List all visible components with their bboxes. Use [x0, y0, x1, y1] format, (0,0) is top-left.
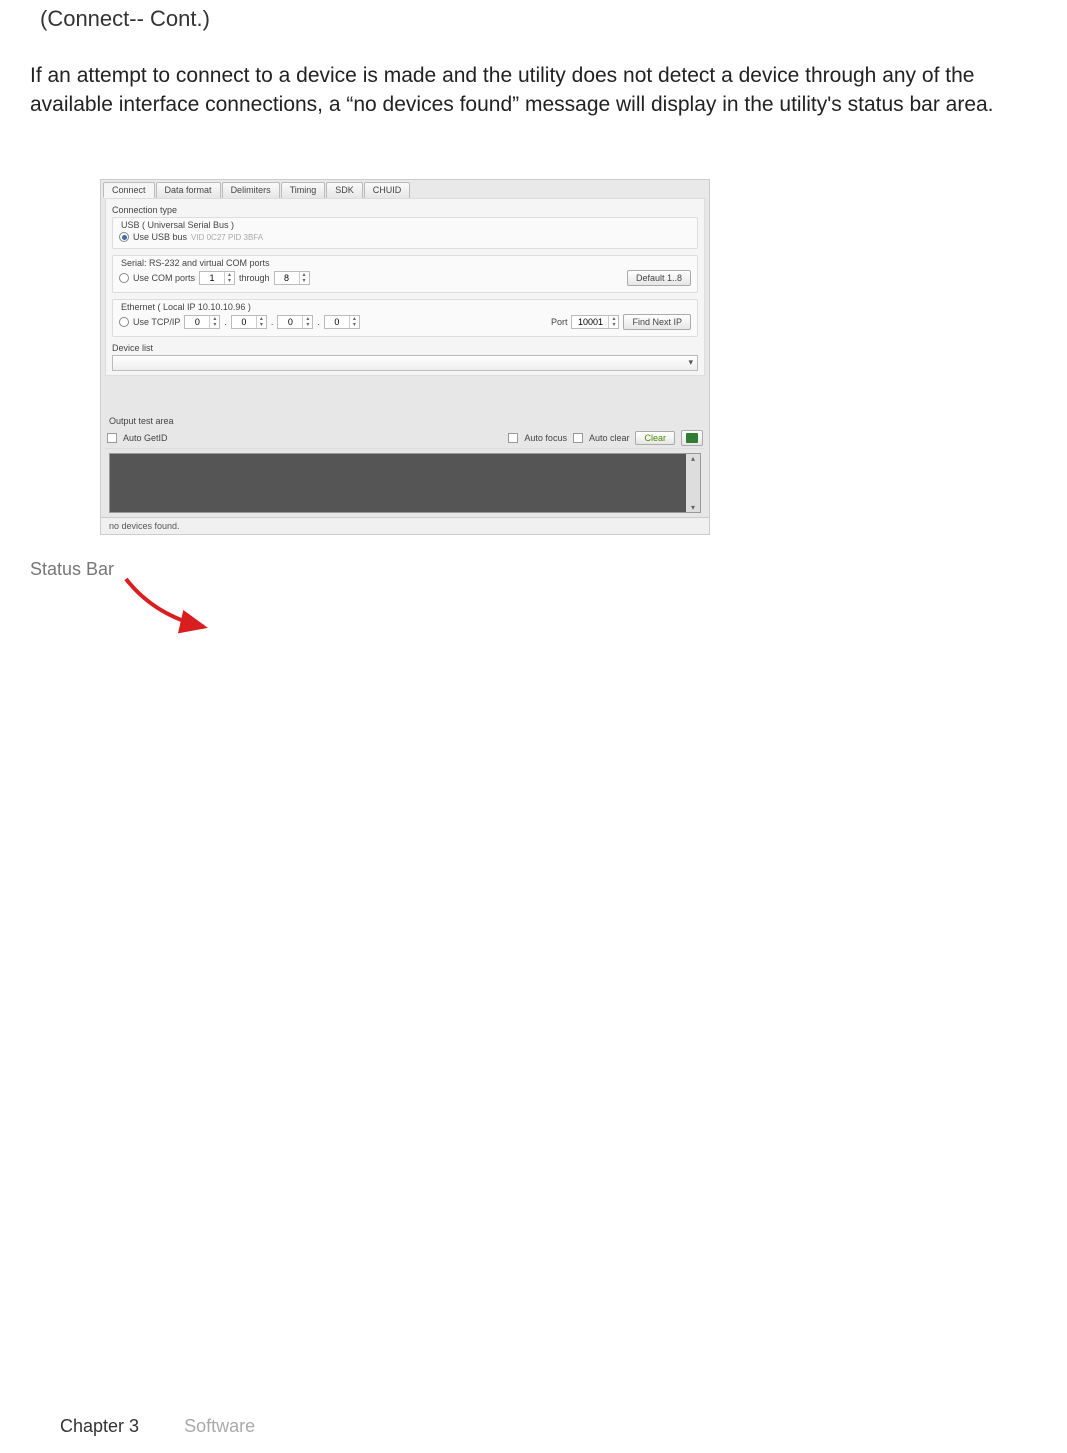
ip-dot-3: .	[317, 317, 320, 327]
auto-focus-checkbox[interactable]	[508, 433, 518, 443]
port-spinner[interactable]: ▴▾	[571, 315, 619, 329]
com-from-spinner[interactable]: ▴▾	[199, 271, 235, 285]
output-area: Output test area Auto GetID Auto focus A…	[105, 416, 705, 513]
port-input[interactable]	[572, 317, 608, 327]
tcpip-radio-label: Use TCP/IP	[133, 317, 180, 327]
ip-dot-1: .	[224, 317, 227, 327]
ip-octet-2[interactable]: ▴▾	[231, 315, 267, 329]
footer-chapter: Chapter 3	[60, 1416, 139, 1436]
default-com-button[interactable]: Default 1..8	[627, 270, 691, 286]
body-paragraph: If an attempt to connect to a device is …	[30, 62, 1037, 119]
usb-radio-label: Use USB bus	[133, 232, 187, 242]
scroll-up-icon[interactable]: ▴	[686, 454, 700, 463]
section-heading: (Connect-- Cont.)	[40, 6, 1037, 32]
connection-type-label: Connection type	[112, 205, 698, 215]
heading-line1: (Connect-- Cont.)	[40, 6, 210, 31]
auto-clear-checkbox[interactable]	[573, 433, 583, 443]
tab-delimiters[interactable]: Delimiters	[222, 182, 280, 198]
usb-hint: VID 0C27 PID 3BFA	[191, 233, 263, 242]
tab-chuid[interactable]: CHUID	[364, 182, 411, 198]
page-footer: Chapter 3 Software	[60, 1416, 255, 1437]
tab-timing[interactable]: Timing	[281, 182, 326, 198]
callout-arrow-icon	[124, 577, 214, 637]
usb-fieldset: USB ( Universal Serial Bus ) Use USB bus…	[112, 217, 698, 249]
ip-dot-2: .	[271, 317, 274, 327]
port-label: Port	[551, 317, 568, 327]
serial-radio[interactable]	[119, 273, 129, 283]
tab-connect[interactable]: Connect	[103, 182, 155, 198]
find-next-ip-button[interactable]: Find Next IP	[623, 314, 691, 330]
status-bar-callout: Status Bar	[30, 559, 114, 580]
ethernet-legend: Ethernet ( Local IP 10.10.10.96 )	[119, 302, 691, 312]
ethernet-fieldset: Ethernet ( Local IP 10.10.10.96 ) Use TC…	[112, 299, 698, 337]
usb-radio[interactable]	[119, 232, 129, 242]
serial-radio-label: Use COM ports	[133, 273, 195, 283]
tab-data-format[interactable]: Data format	[156, 182, 221, 198]
tab-sdk[interactable]: SDK	[326, 182, 363, 198]
serial-fieldset: Serial: RS-232 and virtual COM ports Use…	[112, 255, 698, 293]
output-textarea[interactable]: ▴ ▾	[109, 453, 701, 513]
auto-focus-label: Auto focus	[524, 433, 567, 443]
auto-getid-label: Auto GetID	[123, 433, 168, 443]
serial-legend: Serial: RS-232 and virtual COM ports	[119, 258, 691, 268]
clear-button[interactable]: Clear	[635, 431, 675, 445]
ip-octet-4[interactable]: ▴▾	[324, 315, 360, 329]
scroll-down-icon[interactable]: ▾	[686, 503, 700, 512]
ip-octet-3[interactable]: ▴▾	[277, 315, 313, 329]
output-title: Output test area	[109, 416, 701, 426]
usb-legend: USB ( Universal Serial Bus )	[119, 220, 691, 230]
device-list-label: Device list	[112, 343, 698, 353]
tcpip-radio[interactable]	[119, 317, 129, 327]
ip-octet-1[interactable]: ▴▾	[184, 315, 220, 329]
figure: Status Bar Connect Data format Delimiter…	[100, 179, 1037, 535]
auto-getid-checkbox[interactable]	[107, 433, 117, 443]
com-from-input[interactable]	[200, 273, 224, 283]
run-icon	[686, 433, 698, 443]
status-text: no devices found.	[109, 521, 180, 531]
connect-panel: Connection type USB ( Universal Serial B…	[105, 198, 705, 376]
output-scrollbar[interactable]: ▴ ▾	[686, 454, 700, 512]
footer-title: Software	[184, 1416, 255, 1436]
through-label: through	[239, 273, 270, 283]
com-to-input[interactable]	[275, 273, 299, 283]
utility-window: Connect Data format Delimiters Timing SD…	[100, 179, 710, 535]
auto-clear-label: Auto clear	[589, 433, 630, 443]
device-list-combo[interactable]	[112, 355, 698, 371]
status-bar: no devices found.	[101, 517, 709, 534]
tab-bar: Connect Data format Delimiters Timing SD…	[101, 180, 709, 198]
com-to-spinner[interactable]: ▴▾	[274, 271, 310, 285]
run-icon-button[interactable]	[681, 430, 703, 446]
